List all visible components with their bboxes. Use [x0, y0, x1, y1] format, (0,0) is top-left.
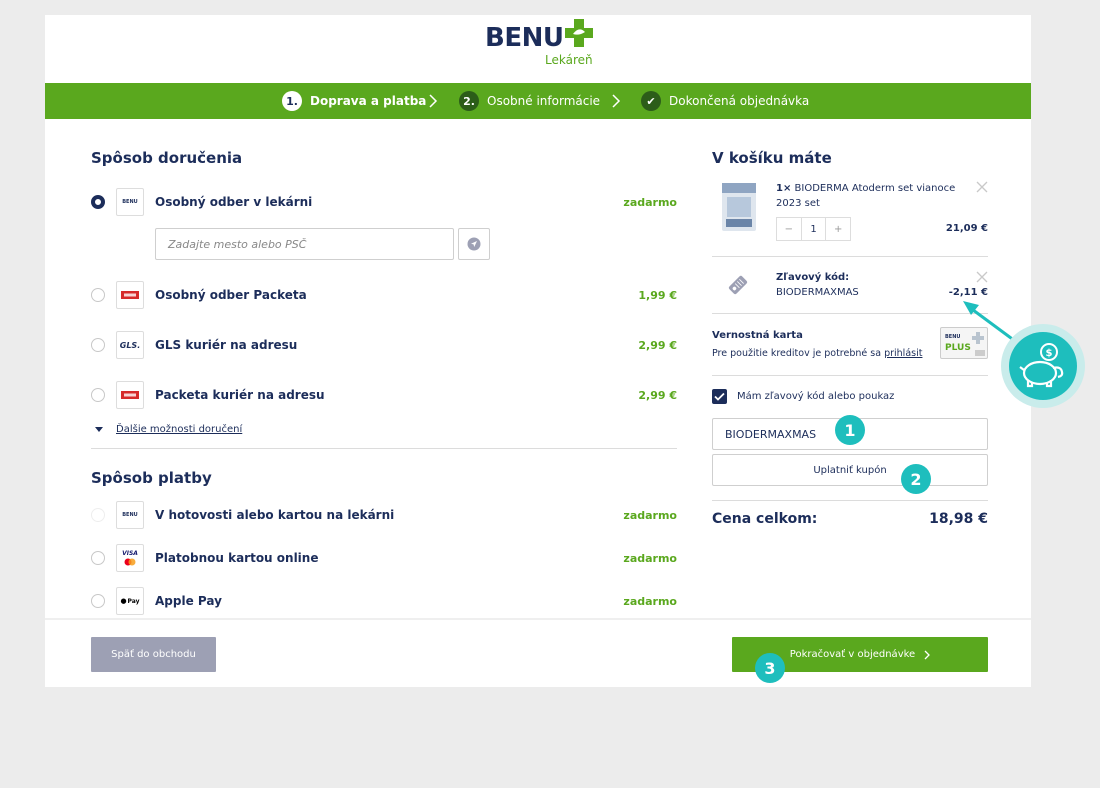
option-price: zadarmo — [623, 551, 677, 565]
option-price: zadarmo — [623, 195, 677, 209]
cart-divider — [712, 313, 988, 314]
total-value: 18,98 € — [929, 511, 988, 527]
checkout-steps: 1. Doprava a platba 2. Osobné informácie… — [45, 83, 1031, 119]
total-label: Cena celkom: — [712, 511, 818, 527]
apple-pay-icon: ● Pay — [116, 587, 144, 615]
gls-logo-icon: GLS. — [116, 331, 144, 359]
delivery-option-packeta-courier[interactable]: Packeta kuriér na adresu 2,99 € — [91, 380, 677, 410]
checkbox-label: Mám zľavový kód alebo poukaz — [737, 391, 895, 402]
section-divider — [91, 448, 677, 449]
loyalty-title: Vernostná karta — [712, 330, 803, 341]
delivery-option-gls[interactable]: GLS. GLS kuriér na adresu 2,99 € — [91, 330, 677, 360]
chevron-right-icon — [924, 650, 931, 659]
option-price: 2,99 € — [638, 338, 677, 352]
loyalty-text: Pre použitie kreditov je potrebné sa pri… — [712, 348, 923, 359]
step-label: Dokončená objednávka — [669, 94, 810, 108]
option-label: V hotovosti alebo kartou na lekárni — [155, 508, 395, 522]
chevron-right-icon — [429, 94, 438, 108]
radio-button[interactable] — [91, 338, 105, 352]
option-price: zadarmo — [623, 594, 677, 608]
more-link-label: Ďalšie možnosti doručení — [116, 424, 243, 435]
decrease-button[interactable]: − — [777, 218, 801, 240]
packeta-logo-icon — [116, 381, 144, 409]
step-shipping-payment[interactable]: 1. Doprava a platba — [282, 90, 426, 112]
city-input[interactable]: Zadajte mesto alebo PSČ — [155, 228, 454, 260]
benu-logo[interactable]: BENU Lekáreň — [485, 19, 595, 69]
back-to-shop-button[interactable]: Späť do obchodu — [91, 637, 216, 672]
radio-button[interactable] — [91, 388, 105, 402]
increase-button[interactable]: + — [826, 218, 850, 240]
coupon-label: Zľavový kód: — [776, 272, 850, 283]
payment-option-cash[interactable]: BENU V hotovosti alebo kartou na lekárni… — [91, 500, 677, 530]
cart-title: V košíku máte — [712, 149, 832, 167]
coupon-tag-icon — [728, 275, 748, 295]
option-label: GLS kuriér na adresu — [155, 338, 298, 352]
piggy-bank-icon: $ — [1009, 332, 1077, 400]
header: BENU Lekáreň — [45, 15, 1031, 83]
step-marker: 1 — [835, 415, 865, 445]
packeta-logo-icon — [116, 281, 144, 309]
svg-text:$: $ — [1046, 348, 1053, 359]
close-icon[interactable] — [976, 271, 988, 283]
product-name[interactable]: 1× BIODERMA Atoderm set vianoce 2023 set — [776, 181, 956, 211]
quantity-stepper[interactable]: − 1 + — [776, 217, 851, 241]
delivery-option-packeta-pickup[interactable]: Osobný odber Packeta 1,99 € — [91, 280, 677, 310]
option-label: Osobný odber Packeta — [155, 288, 307, 302]
radio-button[interactable] — [91, 195, 105, 209]
option-label: Platobnou kartou online — [155, 551, 319, 565]
location-arrow-icon — [467, 237, 481, 251]
product-image[interactable] — [718, 181, 760, 233]
cart-divider — [712, 375, 988, 376]
step-personal-info[interactable]: 2. Osobné informácie — [459, 90, 600, 112]
radio-button[interactable] — [91, 551, 105, 565]
close-icon[interactable] — [976, 181, 988, 193]
option-price: zadarmo — [623, 508, 677, 522]
step-label: Doprava a platba — [310, 94, 427, 108]
payment-option-card[interactable]: VISA Platobnou kartou online zadarmo — [91, 543, 677, 573]
option-label: Osobný odber v lekárni — [155, 195, 313, 209]
triangle-down-icon — [95, 427, 103, 432]
continue-label: Pokračovať v objednávke — [789, 649, 916, 660]
cart-divider — [712, 500, 988, 501]
radio-button[interactable] — [91, 594, 105, 608]
step-marker: 2 — [901, 464, 931, 494]
step-label: Osobné informácie — [487, 94, 601, 108]
payment-title: Spôsob platby — [91, 469, 212, 487]
delivery-title: Spôsob doručenia — [91, 149, 243, 167]
option-price: 2,99 € — [638, 388, 677, 402]
option-price: 1,99 € — [638, 288, 677, 302]
benu-logo-icon: BENU — [116, 188, 144, 216]
cart-divider — [712, 256, 988, 257]
chevron-right-icon — [612, 94, 621, 108]
logo-subtitle: Lekáreň — [545, 53, 593, 67]
check-icon — [714, 392, 725, 401]
benu-logo-icon: BENU — [116, 501, 144, 529]
footer-separator — [45, 618, 1031, 620]
login-link[interactable]: prihlásit — [884, 348, 922, 359]
delivery-option-pharmacy[interactable]: BENU Osobný odber v lekárni zadarmo — [91, 187, 677, 217]
step-number: 2. — [459, 91, 479, 111]
locate-button[interactable] — [458, 228, 490, 260]
check-icon: ✔ — [641, 91, 661, 111]
payment-option-apple-pay[interactable]: ● Pay Apple Pay zadarmo — [91, 586, 677, 616]
option-label: Apple Pay — [155, 594, 222, 608]
quantity-value[interactable]: 1 — [800, 218, 827, 240]
coupon-checkbox[interactable] — [712, 389, 727, 404]
more-delivery-options-link[interactable]: Ďalšie možnosti doručení — [95, 424, 242, 435]
option-label: Packeta kuriér na adresu — [155, 388, 325, 402]
step-number: 1. — [282, 91, 302, 111]
step-completed-order[interactable]: ✔ Dokončená objednávka — [641, 90, 809, 112]
item-price: 21,09 € — [945, 223, 988, 234]
radio-button[interactable] — [91, 288, 105, 302]
coupon-code: BIODERMAXMAS — [776, 287, 859, 298]
radio-button[interactable] — [91, 508, 105, 522]
cross-logo-icon — [565, 19, 593, 47]
checkout-page: BENU Lekáreň 1. Doprava a platba 2. Osob… — [45, 15, 1031, 687]
visa-mastercard-icon: VISA — [116, 544, 144, 572]
step-marker: 3 — [755, 653, 785, 683]
apply-coupon-button[interactable]: Uplatniť kupón — [712, 454, 988, 486]
logo-text: BENU — [485, 23, 564, 53]
